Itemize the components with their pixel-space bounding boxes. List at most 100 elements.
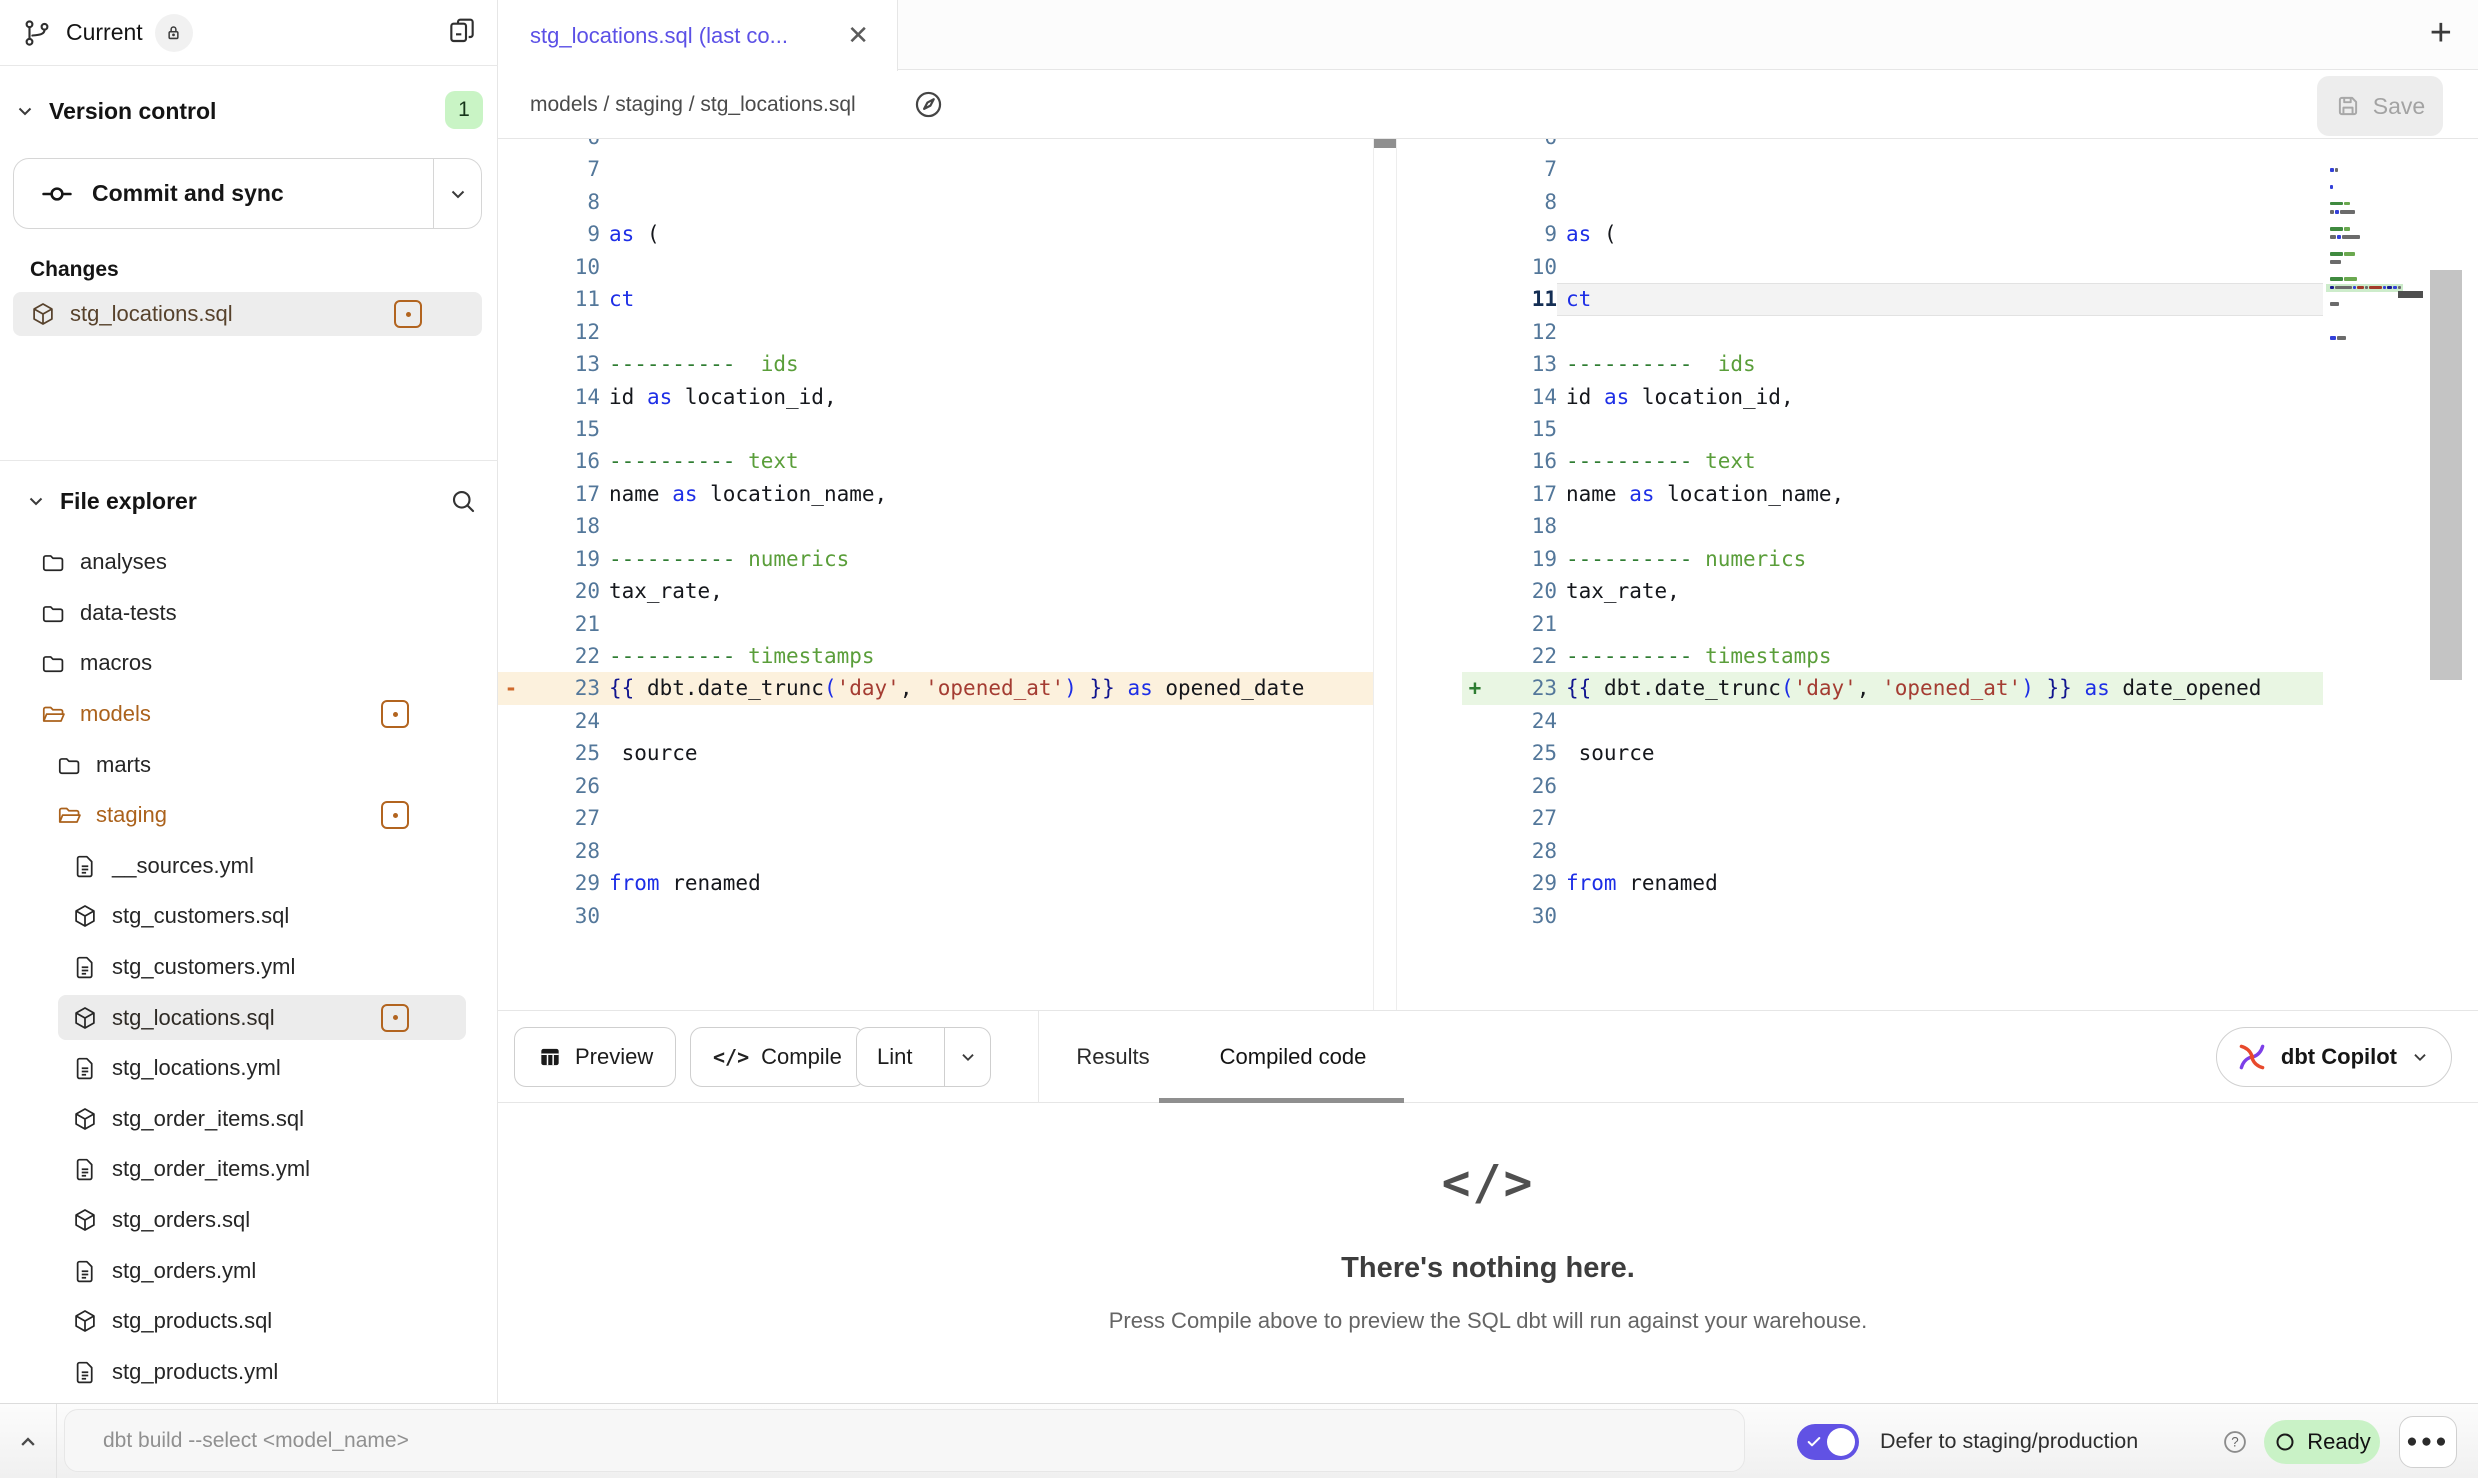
code-line-20[interactable]: 20tax_rate,: [498, 575, 1394, 607]
code-line-28[interactable]: 28: [498, 835, 1394, 867]
code-line-18[interactable]: 18: [1462, 510, 2323, 542]
changed-file-row[interactable]: stg_locations.sql: [13, 292, 482, 336]
code-line-21[interactable]: 21: [1462, 608, 2323, 640]
code-line-11[interactable]: 11ct: [1462, 283, 2323, 315]
code-line-28[interactable]: 28: [1462, 835, 2323, 867]
panel-scrollbar-thumb[interactable]: [1374, 139, 1396, 148]
file-row-stg-order-items-yml[interactable]: stg_order_items.yml: [0, 1144, 482, 1195]
code-line-30[interactable]: 30: [498, 900, 1394, 932]
code-line-7[interactable]: 7: [498, 153, 1394, 185]
commit-options-dropdown[interactable]: [433, 159, 481, 228]
diff-panel-modified[interactable]: 6789as (1011ct1213---------- ids14id as …: [1462, 139, 2323, 1011]
file-row-stg-products-yml[interactable]: stg_products.yml: [0, 1347, 482, 1398]
code-line-8[interactable]: 8: [1462, 186, 2323, 218]
file-row-stg-locations-sql[interactable]: stg_locations.sql: [0, 992, 482, 1043]
code-line-29[interactable]: 29from renamed: [498, 867, 1394, 899]
more-options-button[interactable]: ●●●: [2399, 1416, 2457, 1468]
code-line-23[interactable]: -23{{ dbt.date_trunc('day', 'opened_at')…: [498, 672, 1394, 704]
compile-button[interactable]: </> Compile: [690, 1027, 865, 1087]
code-line-13[interactable]: 13---------- ids: [498, 348, 1394, 380]
save-button[interactable]: Save: [2317, 76, 2443, 136]
file-row-analyses[interactable]: analyses: [0, 537, 482, 588]
file-row-stg-customers-sql[interactable]: stg_customers.sql: [0, 891, 482, 942]
code-line-7[interactable]: 7: [1462, 153, 2323, 185]
code-line-9[interactable]: 9as (: [1462, 218, 2323, 250]
code-line-9[interactable]: 9as (: [498, 218, 1394, 250]
defer-toggle[interactable]: [1797, 1424, 1859, 1460]
status-badge[interactable]: Ready: [2264, 1420, 2380, 1464]
code-line-24[interactable]: 24: [498, 705, 1394, 737]
code-line-14[interactable]: 14id as location_id,: [498, 381, 1394, 413]
code-line-14[interactable]: 14id as location_id,: [1462, 381, 2323, 413]
line-content: as (: [600, 218, 1394, 250]
code-line-16[interactable]: 16---------- text: [1462, 445, 2323, 477]
code-line-27[interactable]: 27: [498, 802, 1394, 834]
lint-options-dropdown[interactable]: [944, 1028, 990, 1086]
diff-panel-original[interactable]: 6789as (1011ct1213---------- ids14id as …: [498, 139, 1394, 1011]
file-row-models[interactable]: models: [0, 689, 482, 740]
code-line-29[interactable]: 29from renamed: [1462, 867, 2323, 899]
code-line-6[interactable]: 6: [1462, 139, 2323, 153]
code-line-17[interactable]: 17name as location_name,: [1462, 478, 2323, 510]
code-line-21[interactable]: 21: [498, 608, 1394, 640]
code-line-19[interactable]: 19---------- numerics: [498, 543, 1394, 575]
code-line-6[interactable]: 6: [498, 139, 1394, 153]
code-line-25[interactable]: 25 source: [498, 737, 1394, 769]
preview-button[interactable]: Preview: [514, 1027, 676, 1087]
code-line-15[interactable]: 15: [498, 413, 1394, 445]
help-icon[interactable]: ?: [2221, 1428, 2249, 1456]
file-row-data-tests[interactable]: data-tests: [0, 588, 482, 639]
tab-compiled-code[interactable]: Compiled code: [1178, 1011, 1408, 1103]
code-line-15[interactable]: 15: [1462, 413, 2323, 445]
code-line-30[interactable]: 30: [1462, 900, 2323, 932]
code-line-22[interactable]: 22---------- timestamps: [498, 640, 1394, 672]
file-row-marts[interactable]: marts: [0, 739, 482, 790]
commit-and-sync-button[interactable]: Commit and sync: [14, 159, 433, 228]
new-tab-icon[interactable]: +: [2430, 14, 2452, 52]
file-row-stg-products-sql[interactable]: stg_products.sql: [0, 1296, 482, 1347]
window-scrollbar-thumb[interactable]: [2430, 270, 2462, 680]
tab-results[interactable]: Results: [1053, 1011, 1173, 1103]
code-line-18[interactable]: 18: [498, 510, 1394, 542]
search-icon[interactable]: [448, 486, 478, 516]
code-line-10[interactable]: 10: [498, 251, 1394, 283]
code-line-23[interactable]: +23{{ dbt.date_trunc('day', 'opened_at')…: [1462, 672, 2323, 704]
code-line-11[interactable]: 11ct: [498, 283, 1394, 315]
code-line-26[interactable]: 26: [1462, 770, 2323, 802]
code-line-8[interactable]: 8: [498, 186, 1394, 218]
code-line-19[interactable]: 19---------- numerics: [1462, 543, 2323, 575]
code-line-24[interactable]: 24: [1462, 705, 2323, 737]
expand-panel-chevron-up-icon[interactable]: [14, 1428, 42, 1456]
file-row-stg-customers-yml[interactable]: stg_customers.yml: [0, 942, 482, 993]
code-line-25[interactable]: 25 source: [1462, 737, 2323, 769]
duplicate-file-icon[interactable]: [446, 15, 478, 47]
code-line-16[interactable]: 16---------- text: [498, 445, 1394, 477]
code-line-22[interactable]: 22---------- timestamps: [1462, 640, 2323, 672]
version-control-header[interactable]: Version control 1: [13, 89, 485, 133]
tab-stg-locations[interactable]: stg_locations.sql (last co... ✕: [498, 0, 898, 71]
file-row-stg-orders-yml[interactable]: stg_orders.yml: [0, 1245, 482, 1296]
file-explorer-header[interactable]: File explorer: [0, 478, 498, 524]
file-row-stg-order-items-sql[interactable]: stg_order_items.sql: [0, 1094, 482, 1145]
code-line-12[interactable]: 12: [498, 316, 1394, 348]
navigate-compass-icon[interactable]: [912, 88, 945, 121]
file-row-stg-orders-sql[interactable]: stg_orders.sql: [0, 1195, 482, 1246]
command-input[interactable]: dbt build --select <model_name>: [64, 1409, 1745, 1472]
editor-minimap[interactable]: [2326, 141, 2403, 359]
code-line-12[interactable]: 12: [1462, 316, 2323, 348]
lint-button[interactable]: Lint: [857, 1028, 932, 1086]
file-row-macros[interactable]: macros: [0, 638, 482, 689]
code-line-10[interactable]: 10: [1462, 251, 2323, 283]
panel-scrollbar-track[interactable]: [1373, 139, 1397, 1011]
file-row-stg-locations-yml[interactable]: stg_locations.yml: [0, 1043, 482, 1094]
dbt-copilot-button[interactable]: dbt Copilot: [2216, 1027, 2452, 1087]
code-line-17[interactable]: 17name as location_name,: [498, 478, 1394, 510]
code-line-13[interactable]: 13---------- ids: [1462, 348, 2323, 380]
file-row-staging[interactable]: staging: [0, 790, 482, 841]
resize-handle[interactable]: [2398, 291, 2423, 298]
code-line-27[interactable]: 27: [1462, 802, 2323, 834]
code-line-20[interactable]: 20tax_rate,: [1462, 575, 2323, 607]
code-line-26[interactable]: 26: [498, 770, 1394, 802]
file-row--sources-yml[interactable]: __sources.yml: [0, 841, 482, 892]
close-tab-icon[interactable]: ✕: [843, 21, 873, 51]
